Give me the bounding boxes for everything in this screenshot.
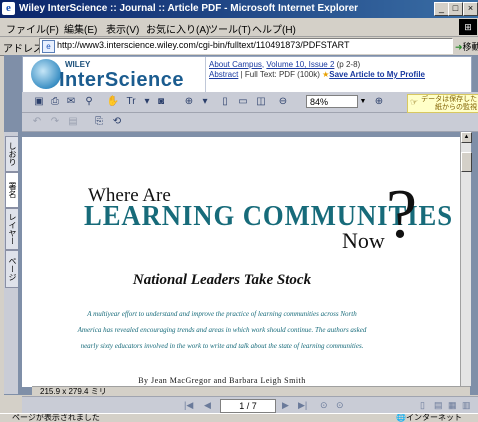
tab-layers[interactable]: レイヤー <box>5 208 19 250</box>
abstract-line: A multiyear effort to understand and imp… <box>87 310 357 318</box>
export-icon[interactable]: ⟲ <box>110 115 124 129</box>
address-url: http://www3.interscience.wiley.com/cgi-b… <box>57 40 350 50</box>
create-pdf-icon[interactable]: ⎘ <box>92 115 106 129</box>
email-icon[interactable]: ✉ <box>64 95 78 109</box>
go-button[interactable]: ➜移動 <box>455 40 478 53</box>
zoom-level-field[interactable]: 84% <box>306 95 358 108</box>
interscience-brand[interactable]: InterScience <box>59 69 184 92</box>
address-input[interactable]: e http://www3.interscience.wiley.com/cgi… <box>39 38 453 54</box>
continuous-icon[interactable]: ▤ <box>434 400 443 411</box>
fit-page-icon[interactable]: ▭ <box>236 95 250 109</box>
go-label: 移動 <box>462 42 478 52</box>
rotate-right-icon[interactable]: ↷ <box>48 115 62 129</box>
tab-bookmarks[interactable]: しおり <box>5 136 19 172</box>
article-title-question-mark: ? <box>386 176 418 253</box>
menu-edit[interactable]: 編集(E) <box>64 21 97 36</box>
text-select-icon[interactable]: Tr <box>124 95 138 109</box>
save-article-link[interactable]: Save Article to My Profile <box>329 70 425 79</box>
save-icon[interactable]: ▣ <box>32 95 46 109</box>
page-layout-icon[interactable]: ▤ <box>66 115 80 129</box>
tab-signatures[interactable]: 署名 <box>5 172 19 208</box>
notice-box[interactable]: ☞ データは保存したまま紙からの監視 <box>407 94 478 113</box>
first-page-icon[interactable]: |◀ <box>184 400 193 411</box>
article-byline: By Jean MacGregor and Barbara Leigh Smit… <box>138 376 306 385</box>
hand-tool-icon[interactable]: ✋ <box>106 95 120 109</box>
article-subtitle: National Leaders Take Stock <box>132 272 312 288</box>
article-title-line3: Now <box>342 228 385 253</box>
abstract-link[interactable]: Abstract <box>209 70 238 79</box>
actual-size-icon[interactable]: ▯ <box>218 95 232 109</box>
previous-page-icon[interactable]: ◀ <box>204 400 211 411</box>
maximize-button[interactable]: □ <box>448 2 463 16</box>
minimize-button[interactable]: _ <box>434 2 449 16</box>
title-bar: e Wiley InterScience :: Journal :: Artic… <box>0 0 478 18</box>
last-page-icon[interactable]: ▶| <box>298 400 307 411</box>
wiley-banner: WILEY InterScience About Campus, Volume … <box>22 56 472 94</box>
zoom-in-icon[interactable]: ⊕ <box>182 95 196 109</box>
acrobat-toolbar-secondary: ↶ ↷ ▤ ⎘ ⟲ <box>22 113 478 132</box>
page-icon: e <box>42 40 55 53</box>
search-icon[interactable]: ⚲ <box>82 95 96 109</box>
snapshot-icon[interactable]: ◙ <box>154 95 168 109</box>
menu-file[interactable]: ファイル(F) <box>6 21 59 36</box>
address-bar: アドレス(D) e http://www3.interscience.wiley… <box>0 37 478 56</box>
vertical-scrollbar[interactable]: ▲ <box>460 132 472 386</box>
pages-label: (p 2-8) <box>334 60 361 69</box>
scroll-up-icon[interactable]: ▲ <box>461 132 472 143</box>
abstract-line: nearly sixty educators involved in the w… <box>80 342 364 350</box>
go-back-icon[interactable]: ⊙ <box>320 400 328 411</box>
zoom-level-dropdown-icon[interactable]: ▼ <box>358 95 368 108</box>
acrobat-toolbar: ▣ ⎙ ✉ ⚲ ✋ Tr ▾ ◙ ⊕ ▾ ▯ ▭ ◫ ⊖ 84% ▼ ⊕ ☞ デ… <box>22 92 478 113</box>
navigation-pane: しおり 署名 レイヤー ページ <box>4 132 19 394</box>
notice-icon: ☞ <box>410 97 419 107</box>
page-navigation-bar: |◀ ◀ 1 / 7 ▶ ▶| ⊙ ⊙ ▯ ▤ ▦ ▥ <box>22 396 478 414</box>
menu-bar: ファイル(F) 編集(E) 表示(V) お気に入り(A) ツール(T) ヘルプ(… <box>0 18 478 37</box>
menu-favorites[interactable]: お気に入り(A) <box>146 21 209 36</box>
go-arrow-icon: ➜ <box>455 42 463 52</box>
go-forward-icon[interactable]: ⊙ <box>336 400 344 411</box>
single-page-icon[interactable]: ▯ <box>420 400 425 411</box>
window-title: Wiley InterScience :: Journal :: Article… <box>19 3 359 14</box>
banner-divider <box>205 57 206 93</box>
facing-icon[interactable]: ▦ <box>448 400 457 411</box>
fit-width-icon[interactable]: ◫ <box>254 95 268 109</box>
ie-icon: e <box>2 2 15 15</box>
journal-link[interactable]: About Campus <box>209 60 262 69</box>
wiley-label: WILEY <box>65 60 91 69</box>
citation-line: About Campus, Volume 10, Issue 2 (p 2-8) <box>209 60 360 69</box>
issue-link[interactable]: Volume 10, Issue 2 <box>266 60 334 69</box>
scroll-thumb[interactable] <box>461 152 472 172</box>
text-select-dropdown-icon[interactable]: ▾ <box>140 95 154 109</box>
notice-text: データは保存したまま紙からの監視 <box>421 96 478 111</box>
close-button[interactable]: × <box>463 2 478 16</box>
continuous-facing-icon[interactable]: ▥ <box>462 400 471 411</box>
windows-logo-icon: ⊞ <box>459 19 477 35</box>
interscience-logo-icon <box>31 59 61 89</box>
zoom-out-icon[interactable]: ⊖ <box>276 95 290 109</box>
menu-view[interactable]: 表示(V) <box>106 21 139 36</box>
zoom-plus-icon[interactable]: ⊕ <box>372 95 386 109</box>
next-page-icon[interactable]: ▶ <box>282 400 289 411</box>
menu-help[interactable]: ヘルプ(H) <box>252 21 296 36</box>
abstract-line: America has revealed encouraging trends … <box>77 326 367 334</box>
zoom-dropdown-icon[interactable]: ▾ <box>198 95 212 109</box>
rotate-left-icon[interactable]: ↶ <box>30 115 44 129</box>
page-number-field[interactable]: 1 / 7 <box>220 399 276 413</box>
print-icon[interactable]: ⎙ <box>48 95 62 109</box>
article-links: Abstract | Full Text: PDF (100k) ★Save A… <box>209 70 425 79</box>
fulltext-label: | Full Text: PDF (100k) <box>238 70 323 79</box>
menu-tools[interactable]: ツール(T) <box>208 21 251 36</box>
